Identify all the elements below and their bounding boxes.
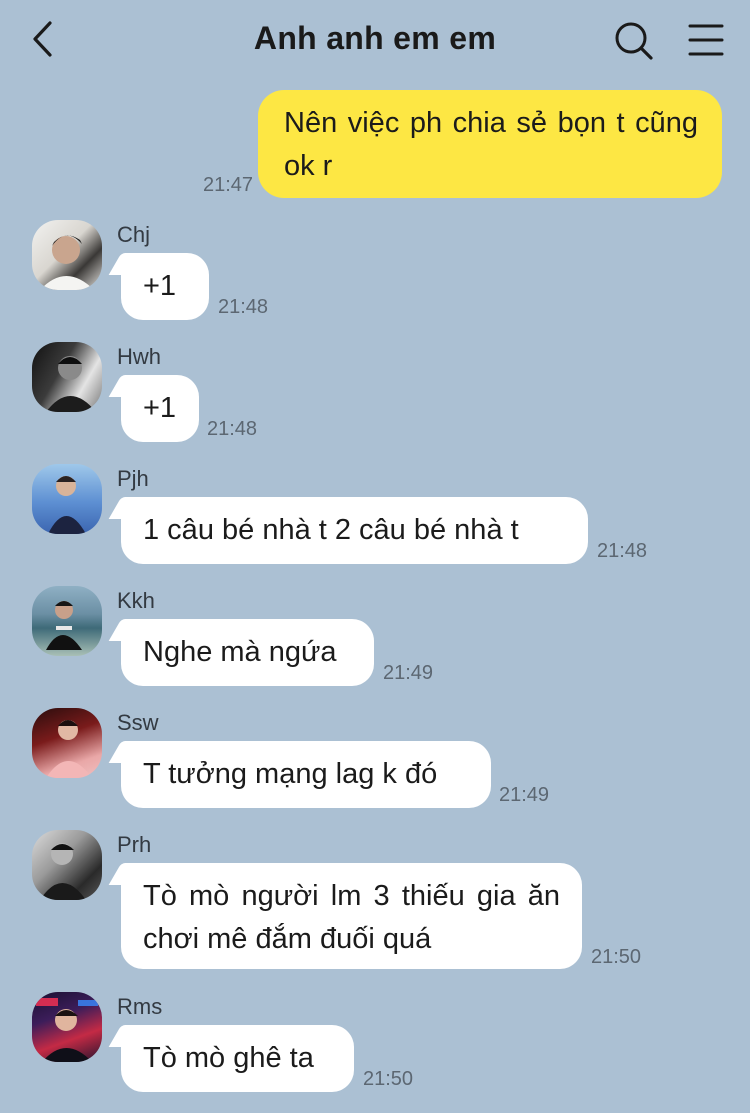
sender-name: Pjh [117, 466, 149, 491]
sender-name: Ssw [117, 710, 159, 735]
search-icon [615, 22, 653, 60]
message-text: Nghe mà ngứa [143, 636, 337, 668]
message-timestamp: 21:49 [383, 662, 434, 684]
chat-header: Anh anh em em [0, 0, 750, 80]
message-bubble[interactable]: 1 câu bé nhà t 2 câu bé nhà t [121, 497, 588, 564]
message-timestamp: 21:48 [207, 418, 258, 440]
message-timestamp: 21:48 [597, 540, 648, 562]
message-bubble[interactable]: T tưởng mạng lag k đó [121, 741, 491, 808]
avatar[interactable] [32, 220, 102, 290]
message-text: +1 [143, 392, 177, 424]
message-text: T tưởng mạng lag k đó [143, 758, 438, 790]
outgoing-message-bubble[interactable]: Nên việc ph chia sẻ bọn t cũng ok r [258, 90, 722, 198]
message-text: 1 câu bé nhà t 2 câu bé nhà t [143, 514, 519, 546]
person-photo-icon [36, 998, 98, 1062]
search-button[interactable] [612, 18, 656, 62]
message-text: Tò mò ghê ta [143, 1042, 314, 1074]
message-timestamp: 21:48 [218, 296, 269, 318]
message-bubble[interactable]: Tò mò ghê ta [121, 1025, 354, 1092]
avatar[interactable] [32, 342, 102, 412]
sender-name: Chj [117, 222, 151, 247]
message-bubble[interactable]: Nghe mà ngứa [121, 619, 374, 686]
outgoing-message-text: Nên việc ph chia sẻ bọn t cũng ok r [284, 107, 698, 182]
message-text: Tò mò người lm 3 thiếu gia ăn chơi mê đắ… [143, 880, 560, 955]
menu-icon [688, 24, 724, 56]
person-photo-icon [48, 476, 86, 534]
message-timestamp: 21:50 [591, 946, 642, 968]
person-photo-icon [46, 601, 82, 650]
menu-button[interactable] [686, 18, 726, 62]
outgoing-timestamp: 21:47 [203, 174, 254, 196]
sender-name: Prh [117, 832, 152, 857]
avatar[interactable] [32, 708, 102, 778]
avatar[interactable] [32, 464, 102, 534]
sender-name: Rms [117, 994, 163, 1019]
person-photo-icon [46, 720, 92, 778]
person-photo-icon [46, 356, 96, 412]
avatar[interactable] [32, 586, 102, 656]
avatar[interactable] [32, 830, 102, 900]
message-timestamp: 21:49 [499, 784, 550, 806]
sender-name: Hwh [117, 344, 162, 369]
sender-name: Kkh [117, 588, 155, 613]
message-timestamp: 21:50 [363, 1068, 414, 1090]
message-bubble[interactable]: +1 [121, 375, 199, 442]
message-text: +1 [143, 270, 177, 302]
person-photo-icon [40, 235, 94, 290]
message-bubble[interactable]: +1 [121, 253, 209, 320]
message-bubble[interactable]: Tò mò người lm 3 thiếu gia ăn chơi mê đắ… [121, 863, 582, 969]
avatar[interactable] [32, 992, 102, 1062]
person-photo-icon [40, 843, 86, 900]
